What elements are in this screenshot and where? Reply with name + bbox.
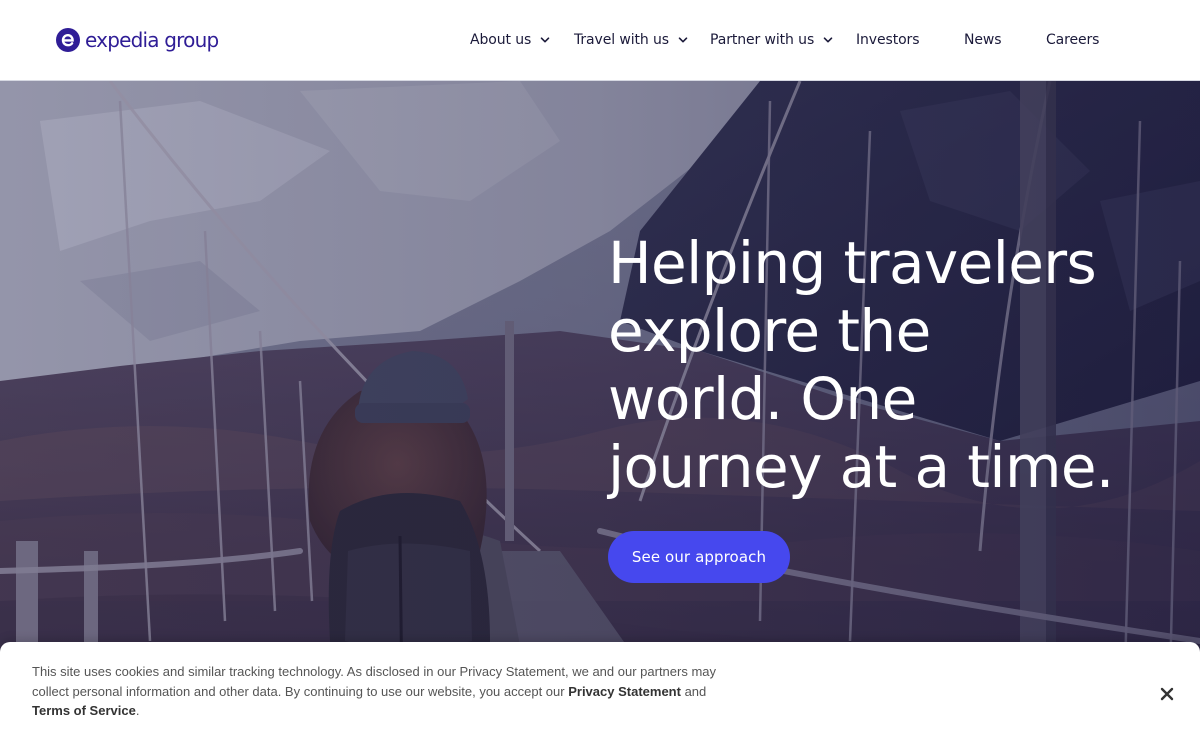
nav-item-label: Travel with us [574, 32, 669, 48]
nav-item-label: News [964, 32, 1002, 48]
nav-item-label: Partner with us [710, 32, 815, 48]
terms-of-service-link[interactable]: Terms of Service [32, 703, 136, 718]
cookie-close-button[interactable] [1155, 682, 1179, 706]
nav-item-news[interactable]: News [964, 30, 1002, 50]
hero-headline-line: Helping travelers [608, 229, 1097, 297]
hero-headline-line: explore the [608, 297, 931, 365]
nav-item-label: About us [470, 32, 532, 48]
brand-name: expedia group [85, 28, 219, 52]
expedia-logo-icon [56, 28, 80, 52]
site-header: expedia group About us Travel with us Pa… [0, 0, 1200, 81]
chevron-down-icon [823, 37, 833, 43]
chevron-down-icon [678, 37, 688, 43]
nav-item-about-us[interactable]: About us [470, 30, 550, 50]
nav-item-careers[interactable]: Careers [1046, 30, 1099, 50]
nav-item-travel-with-us[interactable]: Travel with us [574, 30, 688, 50]
hero-headline-line: journey at a time. [608, 433, 1114, 501]
see-our-approach-button[interactable]: See our approach [608, 531, 790, 583]
cookie-notice-conjunction: and [684, 683, 707, 699]
hero-headline-line: world. One [608, 365, 917, 433]
nav-item-partner-with-us[interactable]: Partner with us [710, 30, 833, 50]
chevron-down-icon [540, 37, 550, 43]
expedia-group-logo[interactable]: expedia group [56, 27, 219, 53]
cookie-consent-banner: This site uses cookies and similar track… [0, 642, 1200, 750]
privacy-statement-link[interactable]: Privacy Statement [568, 684, 681, 699]
hero-headline: Helping travelers explore the world. One… [608, 229, 1168, 501]
nav-item-label: Investors [856, 32, 920, 48]
cookie-notice-text: This site uses cookies and similar track… [32, 662, 732, 721]
nav-item-label: Careers [1046, 32, 1100, 48]
cookie-notice-period: . [135, 703, 140, 718]
nav-item-investors[interactable]: Investors [856, 30, 920, 50]
close-icon [1160, 687, 1174, 701]
